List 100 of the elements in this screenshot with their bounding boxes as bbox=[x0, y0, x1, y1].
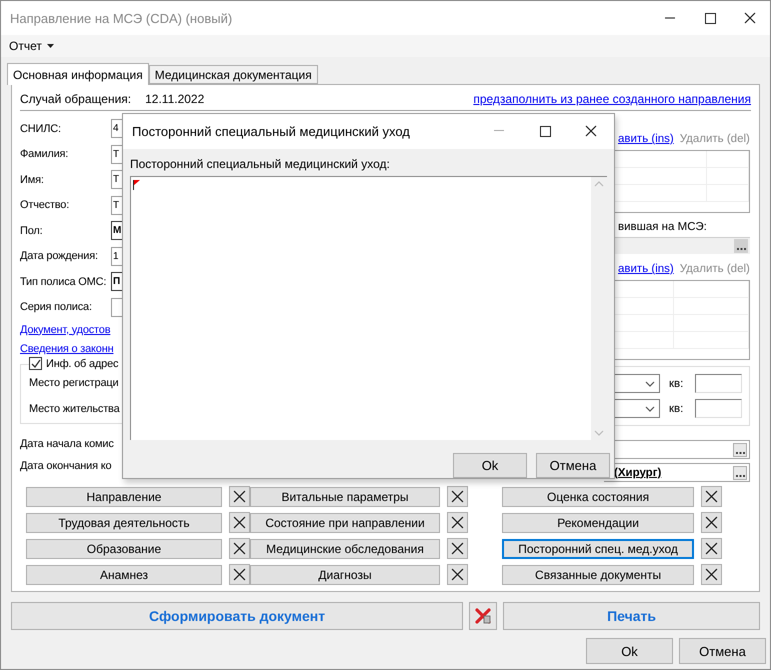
ellipsis-button[interactable] bbox=[733, 442, 747, 456]
delete-icon bbox=[474, 607, 492, 625]
section-button[interactable]: Анамнез bbox=[26, 564, 222, 584]
remove-button[interactable] bbox=[229, 564, 250, 585]
maximize-icon bbox=[540, 126, 550, 137]
remove-button[interactable] bbox=[229, 512, 250, 533]
flag-icon bbox=[133, 180, 140, 190]
section-button[interactable]: Направление bbox=[26, 486, 222, 506]
field-label: Фамилия: bbox=[20, 148, 70, 160]
cross-icon bbox=[451, 516, 464, 529]
remove-button[interactable] bbox=[229, 486, 250, 507]
action-link[interactable]: авить (ins) bbox=[618, 263, 674, 275]
section-button[interactable]: Трудовая деятельность bbox=[26, 512, 222, 532]
remove-button[interactable] bbox=[229, 538, 250, 559]
cross-icon bbox=[233, 490, 246, 503]
cross-icon bbox=[233, 542, 246, 555]
cross-icon bbox=[451, 568, 464, 581]
remove-button[interactable] bbox=[447, 486, 468, 507]
remove-button[interactable] bbox=[701, 512, 722, 533]
dropdown-field[interactable]: П bbox=[111, 272, 122, 292]
field-label: Пол: bbox=[20, 224, 44, 237]
input-field[interactable] bbox=[695, 374, 742, 393]
section-button[interactable]: Диагнозы bbox=[250, 564, 440, 584]
field-label: Имя: bbox=[20, 174, 45, 186]
dropdown-field[interactable]: М bbox=[111, 221, 122, 240]
prefill-link[interactable]: предзаполнить из ранее созданного направления bbox=[473, 92, 751, 106]
section-button[interactable]: Витальные параметры bbox=[250, 486, 440, 506]
cross-icon bbox=[705, 542, 718, 555]
checkbox-label: Инф. об адрес bbox=[46, 358, 118, 370]
input-field[interactable]: Т bbox=[111, 196, 122, 215]
field-label: Серия полиса: bbox=[20, 301, 93, 314]
dialog-button[interactable]: Отмена bbox=[679, 638, 766, 664]
field-value: 12.11.2022 bbox=[145, 92, 206, 106]
menu-item[interactable]: Отчет bbox=[7, 39, 56, 53]
field-label: вившая на МСЭ: bbox=[618, 221, 707, 233]
remove-button[interactable] bbox=[701, 538, 722, 559]
remove-button[interactable] bbox=[701, 564, 722, 585]
field-label: Дата рождения: bbox=[20, 250, 99, 262]
dialog-button[interactable]: Отмена bbox=[536, 453, 610, 478]
field-label: Место жительства bbox=[29, 403, 120, 415]
field-label: Тип полиса ОМС: bbox=[20, 276, 108, 288]
input-field[interactable] bbox=[695, 399, 742, 418]
window-title: Направление на МСЭ (CDA) (новый) bbox=[10, 10, 234, 26]
caret-icon bbox=[46, 44, 54, 48]
input-field[interactable]: 1 bbox=[111, 246, 122, 266]
close-icon bbox=[585, 125, 597, 138]
cross-icon bbox=[233, 568, 246, 581]
remove-button[interactable] bbox=[447, 538, 468, 559]
remove-button[interactable] bbox=[447, 564, 468, 585]
section-button[interactable]: Состояние при направлении bbox=[250, 512, 440, 532]
input-field[interactable]: Т bbox=[111, 170, 122, 190]
section-button[interactable]: Связанные документы bbox=[502, 564, 694, 584]
field-label: Дата окончания ко bbox=[20, 460, 112, 472]
ellipsis-button[interactable] bbox=[733, 466, 747, 480]
input-field[interactable]: 4 bbox=[111, 119, 122, 138]
tab[interactable]: Медицинская документация bbox=[148, 65, 318, 84]
chevron-down-icon bbox=[645, 406, 655, 412]
cross-icon bbox=[451, 490, 464, 503]
remove-button[interactable] bbox=[447, 512, 468, 533]
field-label: Случай обращения: bbox=[20, 92, 132, 106]
maximize-icon bbox=[704, 12, 716, 24]
minimize-icon bbox=[665, 17, 675, 19]
dialog-button[interactable]: Ok bbox=[453, 453, 527, 478]
minimize-icon bbox=[494, 130, 504, 132]
action-link[interactable]: авить (ins) bbox=[618, 133, 674, 145]
input-field[interactable]: Т bbox=[111, 144, 122, 164]
tab[interactable]: Основная информация bbox=[7, 63, 149, 85]
section-button[interactable]: Оценка состояния bbox=[502, 486, 694, 506]
field-label: Посторонний специальный медицинский уход: bbox=[130, 156, 391, 172]
dialog-title: Посторонний специальный медицинский уход bbox=[132, 124, 411, 139]
section-button[interactable]: Образование bbox=[26, 538, 222, 558]
chevron-down-icon bbox=[594, 430, 604, 436]
input-field[interactable] bbox=[111, 298, 122, 317]
field-label: СНИЛС: bbox=[20, 122, 62, 135]
remove-button[interactable] bbox=[701, 486, 722, 507]
field-label: кв: bbox=[669, 402, 684, 414]
check-icon bbox=[30, 359, 40, 368]
cross-icon bbox=[705, 568, 718, 581]
cross-icon bbox=[705, 516, 718, 529]
print-button[interactable]: Печать bbox=[503, 602, 760, 630]
checkbox[interactable] bbox=[29, 357, 42, 370]
section-button[interactable]: Посторонний спец. мед.уход bbox=[502, 538, 694, 558]
delete-button[interactable] bbox=[469, 602, 498, 630]
document-link[interactable]: Сведения о законн bbox=[20, 342, 114, 354]
generate-button[interactable]: Сформировать документ bbox=[11, 602, 464, 630]
close-icon bbox=[744, 12, 756, 24]
dialog-button[interactable]: Ok bbox=[586, 638, 673, 664]
section-button[interactable]: Медицинские обследования bbox=[250, 538, 440, 558]
chevron-down-icon bbox=[645, 380, 655, 386]
field-label: Место регистраци bbox=[29, 377, 118, 389]
field-label: Дата начала комис bbox=[20, 438, 114, 450]
cross-icon bbox=[233, 516, 246, 529]
field-label: кв: bbox=[669, 378, 684, 390]
section-button[interactable]: Рекомендации bbox=[502, 512, 694, 532]
chevron-up-icon bbox=[594, 180, 604, 187]
document-link[interactable]: Документ, удостов bbox=[20, 324, 110, 336]
field-label: Отчество: bbox=[20, 199, 70, 212]
cross-icon bbox=[705, 490, 718, 503]
input-field[interactable]: (Хирург) bbox=[604, 463, 750, 482]
cross-icon bbox=[451, 542, 464, 555]
